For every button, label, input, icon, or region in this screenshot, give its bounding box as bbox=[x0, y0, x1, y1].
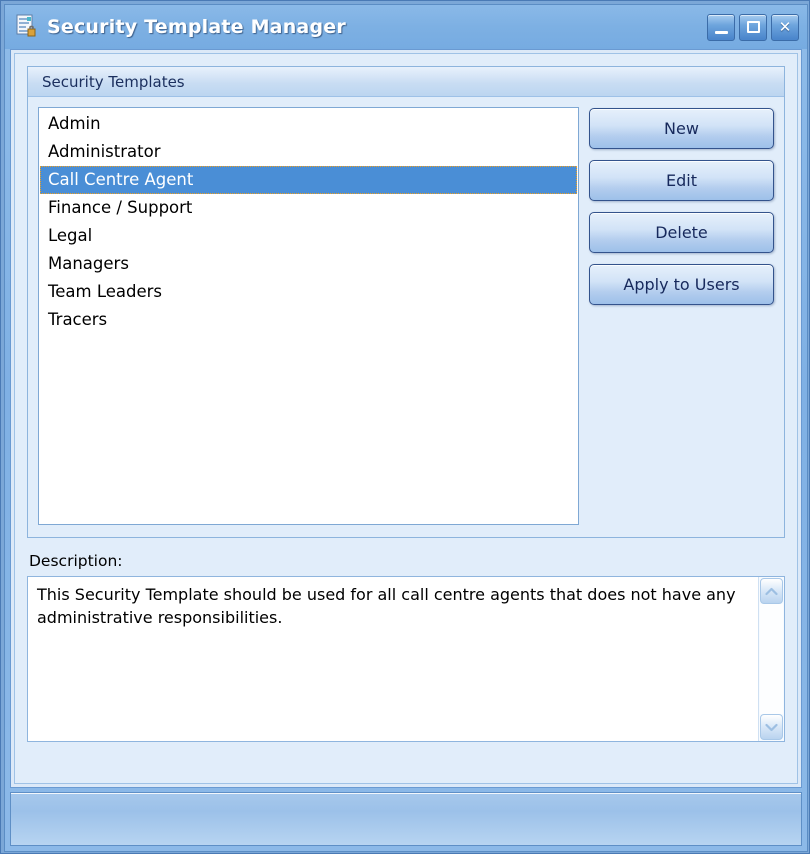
close-icon: ✕ bbox=[778, 17, 792, 36]
scrollbar-track[interactable] bbox=[760, 604, 783, 714]
minimize-button[interactable] bbox=[707, 13, 735, 41]
maximize-button[interactable] bbox=[739, 13, 767, 41]
list-item[interactable]: Legal bbox=[39, 222, 578, 250]
delete-button[interactable]: Delete bbox=[589, 212, 774, 253]
action-button-column: New Edit Delete Apply to Users bbox=[589, 107, 774, 525]
list-item[interactable]: Managers bbox=[39, 250, 578, 278]
description-label: Description: bbox=[29, 552, 123, 570]
maximize-icon bbox=[747, 20, 760, 33]
group-header-label: Security Templates bbox=[42, 72, 185, 91]
description-field-wrapper: This Security Template should be used fo… bbox=[27, 576, 785, 742]
minimize-icon bbox=[715, 30, 728, 34]
window-controls: ✕ bbox=[707, 13, 799, 41]
list-item[interactable]: Admin bbox=[39, 110, 578, 138]
group-header: Security Templates bbox=[28, 67, 784, 97]
description-scrollbar[interactable] bbox=[758, 577, 784, 741]
window-title: Security Template Manager bbox=[47, 16, 346, 38]
edit-button[interactable]: Edit bbox=[589, 160, 774, 201]
bottom-status-bar bbox=[10, 792, 802, 846]
list-item[interactable]: Finance / Support bbox=[39, 194, 578, 222]
list-item[interactable]: Tracers bbox=[39, 306, 578, 334]
group-body: Admin Administrator Call Centre Agent Finan… bbox=[28, 97, 784, 537]
chevron-down-icon bbox=[765, 723, 778, 731]
list-item[interactable]: Team Leaders bbox=[39, 278, 578, 306]
close-button[interactable]: ✕ bbox=[771, 13, 799, 41]
new-button[interactable]: New bbox=[589, 108, 774, 149]
window-inner-frame: Security Template Manager ✕ Security Tem… bbox=[4, 4, 808, 852]
scroll-down-button[interactable] bbox=[760, 714, 783, 740]
list-item[interactable]: Administrator bbox=[39, 138, 578, 166]
title-bar[interactable]: Security Template Manager ✕ bbox=[5, 5, 807, 49]
security-template-icon bbox=[15, 14, 39, 40]
security-templates-listbox[interactable]: Admin Administrator Call Centre Agent Finan… bbox=[38, 107, 579, 525]
security-templates-group: Security Templates Admin Administrator Cal… bbox=[27, 66, 785, 538]
scroll-up-button[interactable] bbox=[760, 578, 783, 604]
list-item[interactable]: Call Centre Agent bbox=[40, 166, 577, 194]
client-area: Security Templates Admin Administrator Cal… bbox=[10, 49, 802, 788]
apply-to-users-button[interactable]: Apply to Users bbox=[589, 264, 774, 305]
application-window: Security Template Manager ✕ Security Tem… bbox=[0, 0, 810, 854]
chevron-up-icon bbox=[765, 587, 778, 595]
description-textarea[interactable]: This Security Template should be used fo… bbox=[28, 577, 758, 741]
content-panel: Security Templates Admin Administrator Cal… bbox=[14, 53, 798, 784]
